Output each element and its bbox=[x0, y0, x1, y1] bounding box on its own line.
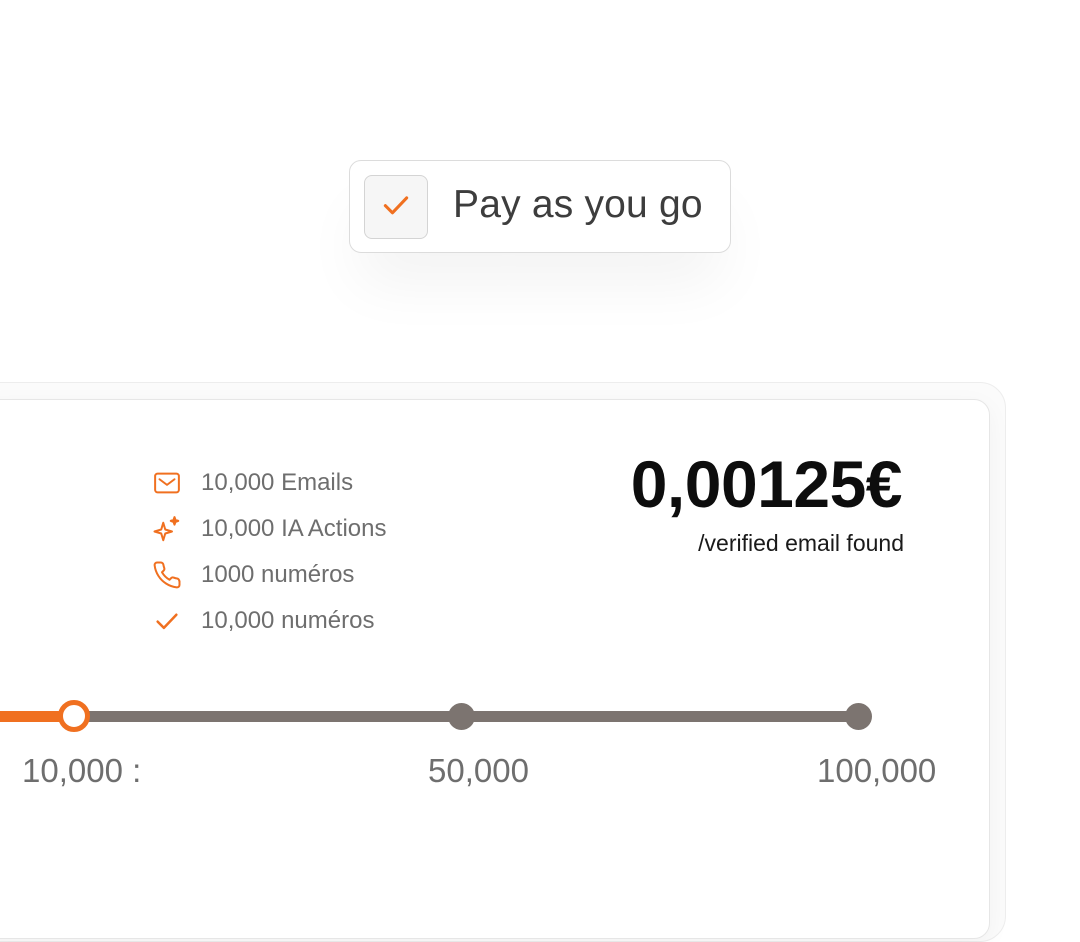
feature-item-numeros: 1000 numéros bbox=[152, 558, 452, 592]
slider-tick-label[interactable]: 10,000 : bbox=[22, 752, 141, 790]
phone-icon bbox=[152, 559, 184, 591]
sparkles-icon bbox=[152, 513, 184, 545]
check-icon bbox=[152, 605, 184, 637]
pay-as-you-go-label: Pay as you go bbox=[453, 183, 703, 226]
feature-item-ia-actions: 10,000 IA Actions bbox=[152, 512, 452, 546]
feature-label: 10,000 IA Actions bbox=[201, 515, 387, 542]
slider-handle[interactable] bbox=[58, 700, 90, 732]
slider-tick-label[interactable]: 50,000 bbox=[428, 752, 529, 790]
slider-stop-50000[interactable] bbox=[448, 703, 475, 730]
feature-item-numeros-extra: 10,000 numéros bbox=[152, 604, 452, 638]
feature-label: 10,000 numéros bbox=[201, 607, 375, 634]
price-value: 0,00125€ bbox=[630, 447, 903, 521]
price-unit: /verified email found bbox=[698, 530, 904, 556]
feature-label: 10,000 Emails bbox=[201, 469, 354, 496]
feature-label: 1000 numéros bbox=[201, 561, 355, 588]
slider-tick-label[interactable]: 100,000 bbox=[817, 752, 936, 790]
check-icon bbox=[379, 188, 413, 227]
pay-as-you-go-toggle[interactable]: Pay as you go bbox=[349, 160, 731, 253]
pay-as-you-go-checkbox[interactable] bbox=[364, 175, 428, 239]
feature-item-emails: 10,000 Emails bbox=[152, 466, 452, 500]
slider-stop-100000[interactable] bbox=[845, 703, 872, 730]
mail-icon bbox=[152, 467, 184, 499]
